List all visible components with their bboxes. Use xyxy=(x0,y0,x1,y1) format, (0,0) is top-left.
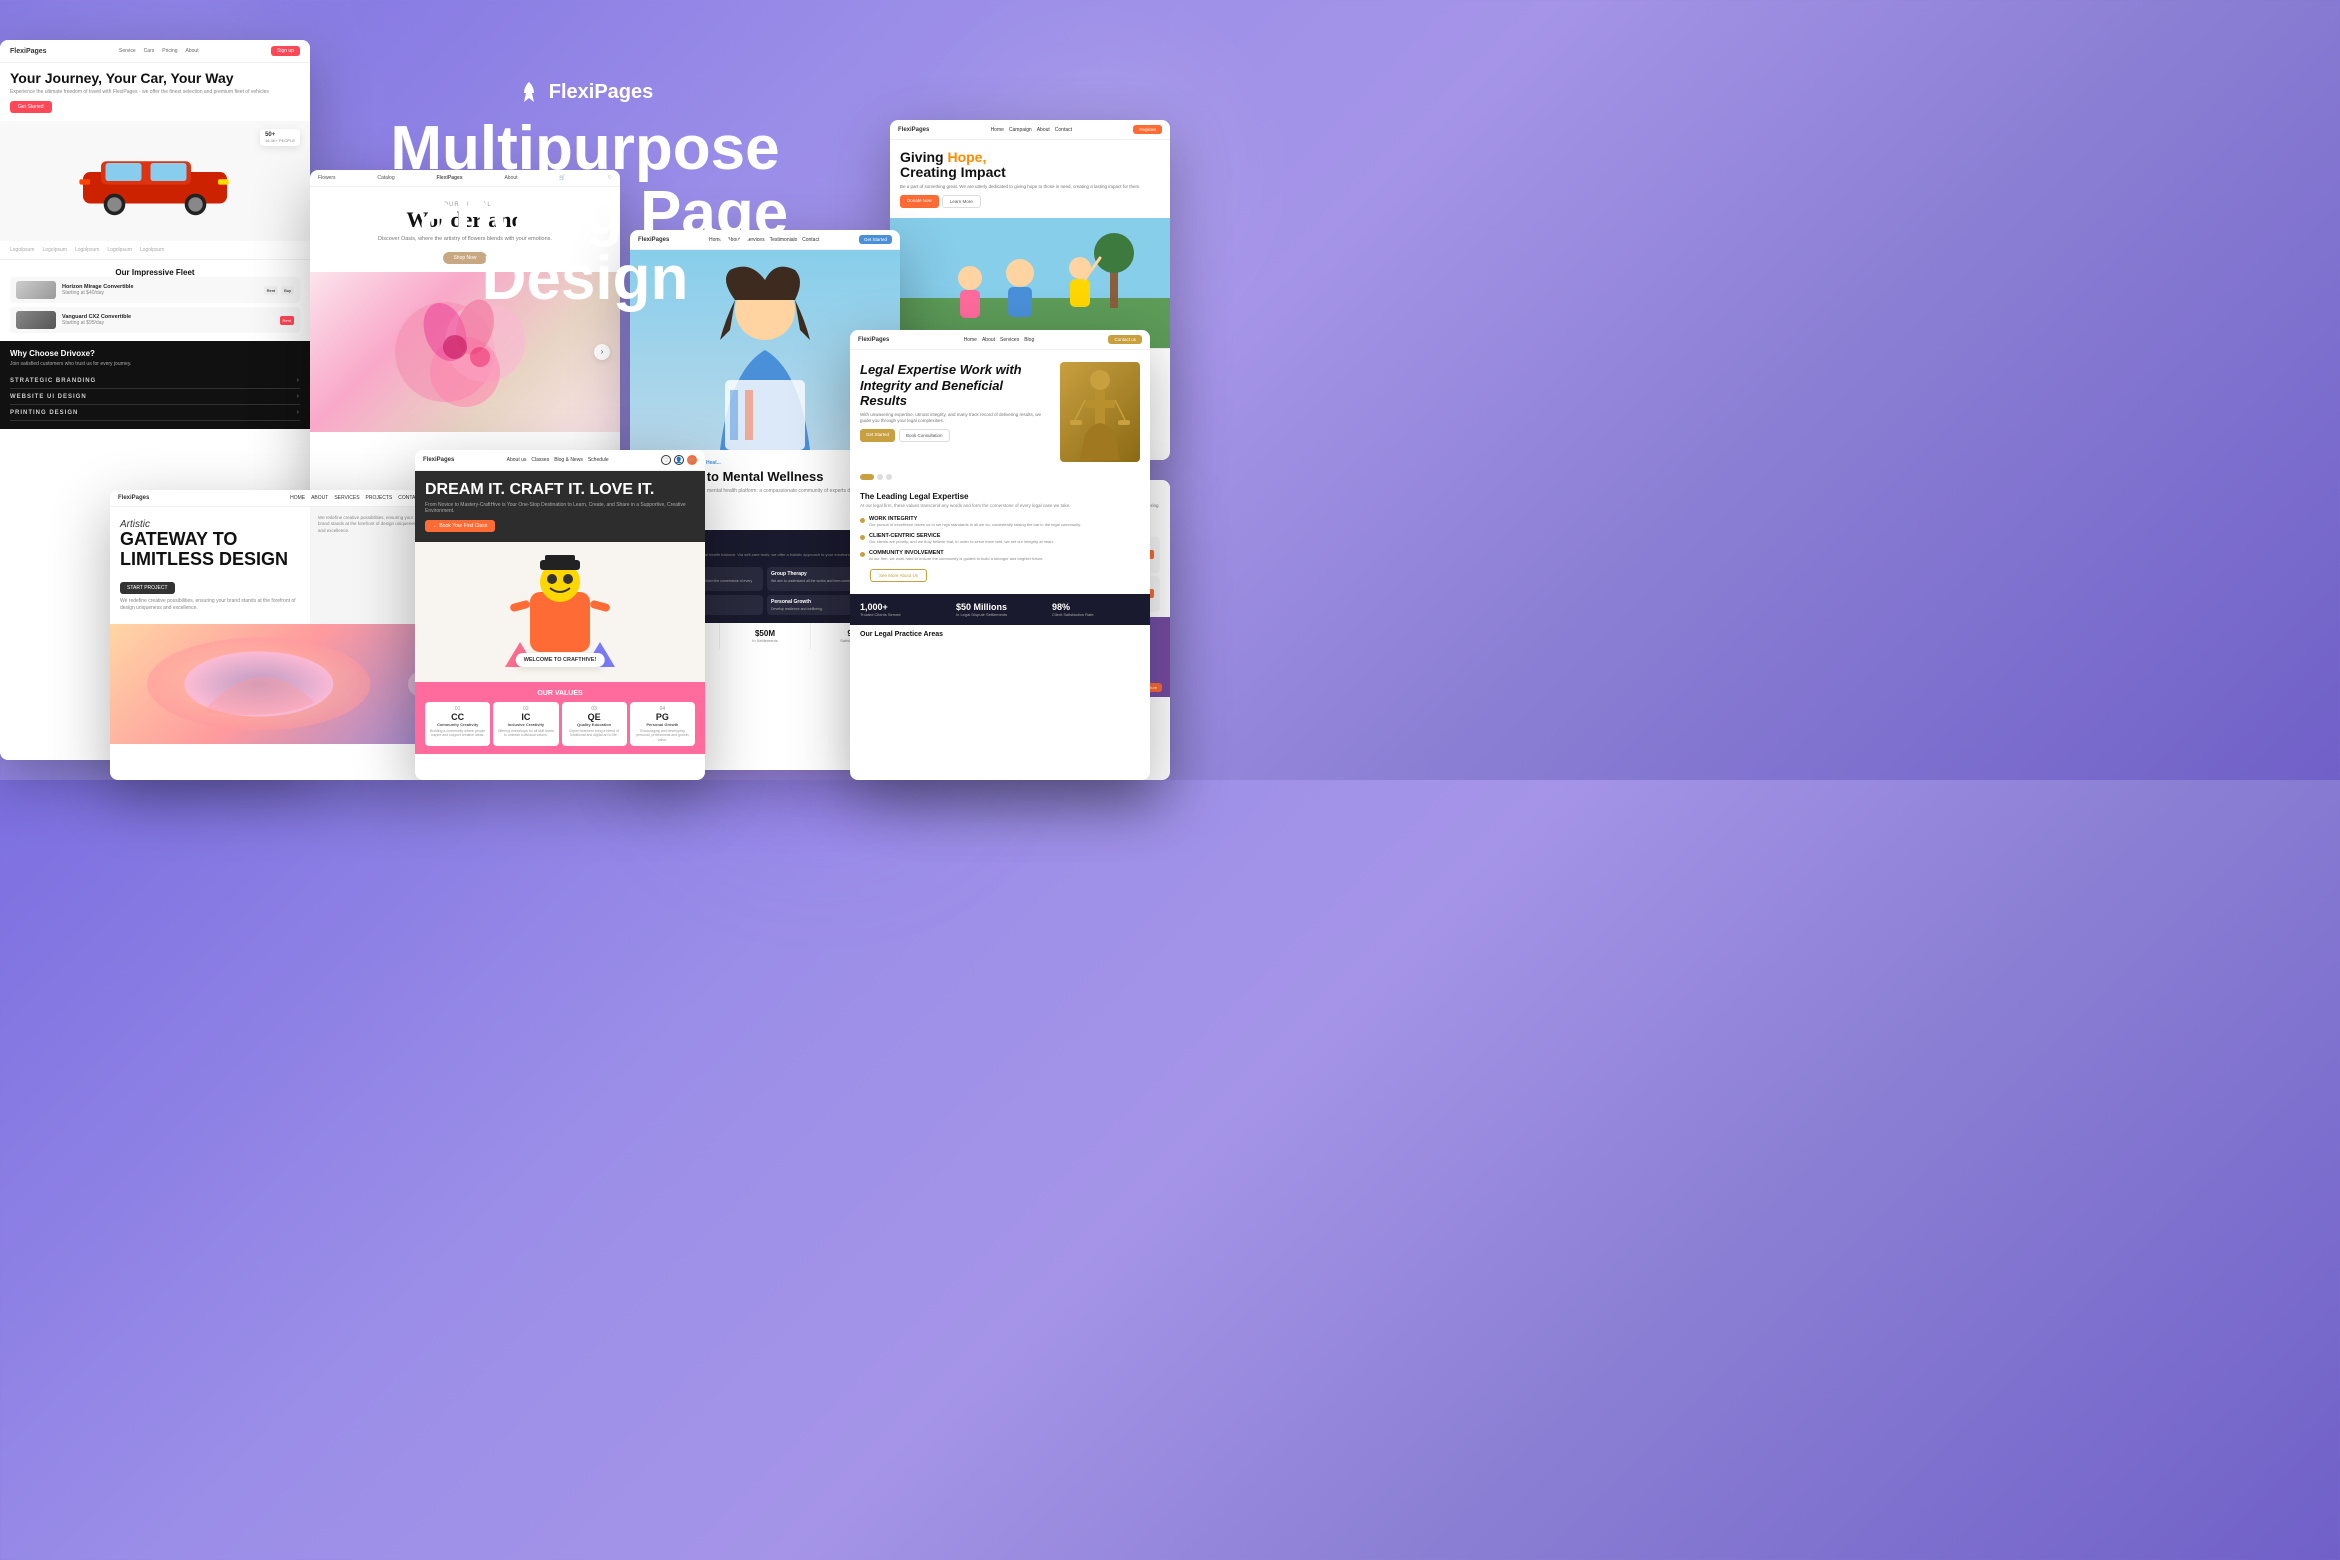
charity-hero-image xyxy=(890,218,1170,348)
craft-navbar: FlexiPages About us Classes Blog & News … xyxy=(415,450,705,471)
fleet-car-2: Vanguard CX2 Convertible Starting at $95… xyxy=(10,307,300,333)
charity-btns: Donate Now Learn More xyxy=(900,195,1160,208)
design-main-title: GATEWAY TO LIMITLESS DESIGN xyxy=(120,530,300,570)
legal-navbar: FlexiPages Home About Services Blog Cont… xyxy=(850,330,1150,350)
car-cta-btn[interactable]: Get Started xyxy=(10,101,52,113)
craft-values: OUR VALUES 01 CC Community Creativity Bu… xyxy=(415,682,705,755)
legal-hero-desc: With unwavering expertise, utmost integr… xyxy=(860,412,1052,425)
charity-navbar: FlexiPages Home Campaign About Contact R… xyxy=(890,120,1170,140)
legal-consult-btn[interactable]: Book Consultation xyxy=(899,429,950,442)
car-hero: Your Journey, Your Car, Your Way Experie… xyxy=(0,63,310,121)
car-signup-btn[interactable]: Sign up xyxy=(271,46,300,56)
design-agency-card: FlexiPages HOME ABOUT SERVICES PROJECTS … xyxy=(110,490,430,780)
charity-hero: Giving Hope,Creating Impact Be a part of… xyxy=(890,140,1170,218)
car-image-area: 50+ 16.4K+ PEOPLE xyxy=(0,121,310,241)
design-right: We redefine creative possibilities, ensu… xyxy=(310,507,430,624)
legal-stats: 1,000+ Trusted Clients Served $50 Millio… xyxy=(850,594,1150,625)
car-hero-title: Your Journey, Your Car, Your Way xyxy=(10,71,300,86)
car-mini-img-2 xyxy=(16,311,56,329)
brand-name: FlexiPages xyxy=(549,81,654,104)
value-pg: 04 PG Personal Growth Encouraging and de… xyxy=(630,702,695,747)
craft-hero-desc: From Novice to Mastery-CraftHive is Your… xyxy=(425,502,695,514)
craft-welcome-bubble: WELCOME TO CRAFTHIVE! xyxy=(516,653,605,667)
hero-section: FlexiPages Multipurpose Landing Page Des… xyxy=(335,80,835,311)
brand-row: FlexiPages xyxy=(335,80,835,104)
fleet-car-1: Horizon Mirage Convertible Starting at $… xyxy=(10,277,300,303)
legal-pagination xyxy=(850,470,1150,484)
fleet-title: Our Impressive Fleet xyxy=(10,268,300,277)
legal-stat-1: 1,000+ Trusted Clients Served xyxy=(860,602,948,617)
craft-hero: DREAM IT. CRAFT IT. LOVE IT. From Novice… xyxy=(415,471,705,542)
car-rental-navbar: FlexiPages Service Cars Pricing About Si… xyxy=(0,40,310,63)
service-website: WEBSITE UI DESIGN › xyxy=(10,389,300,405)
main-container: FlexiPages Multipurpose Landing Page Des… xyxy=(0,0,1170,780)
legal-feature-list: WORK INTEGRITY Our pursuit of excellence… xyxy=(860,513,1140,564)
charity-hero-desc: Be a part of something great. We are utt… xyxy=(900,184,1160,190)
car-why-section: Why Choose Drivoxe? Join satisfied custo… xyxy=(0,341,310,429)
values-title: OUR VALUES xyxy=(425,690,695,697)
car-navbar-brand: FlexiPages xyxy=(10,48,47,55)
car-mini-img xyxy=(16,281,56,299)
car-logos-row: Logolpsum Logolpsum Logolpsum Logolpsum … xyxy=(0,241,310,260)
charity-donate-btn[interactable]: Donate Now xyxy=(900,195,939,208)
why-desc: Join satisfied customers who trust us fo… xyxy=(10,361,300,367)
fleet-cars-list: Horizon Mirage Convertible Starting at $… xyxy=(10,277,300,333)
feature-integrity: WORK INTEGRITY Our pursuit of excellence… xyxy=(860,513,1140,530)
floral-next-btn[interactable]: › xyxy=(594,344,610,360)
services-list: STRATEGIC BRANDING › WEBSITE UI DESIGN ›… xyxy=(10,373,300,421)
value-qe: 03 QE Quality Education Expert teachers … xyxy=(562,702,627,747)
why-title: Why Choose Drivoxe? xyxy=(10,349,300,358)
values-grid: 01 CC Community Creativity Building a co… xyxy=(425,702,695,747)
legal-stat-2: $50 Millions In Legal Dispute Settlement… xyxy=(956,602,1044,617)
car-fleet-section: Our Impressive Fleet Horizon Mirage Conv… xyxy=(0,260,310,341)
legal-btns: Get Started Book Consultation xyxy=(860,429,1052,442)
charity-hero-title: Giving Hope,Creating Impact xyxy=(900,150,1160,181)
feature-community: COMMUNITY INVOLVEMENT At our firm, we wo… xyxy=(860,547,1140,564)
car-stats-badge: 50+ 16.4K+ PEOPLE xyxy=(260,129,300,146)
hero-title: Multipurpose Landing Page Design xyxy=(335,116,835,311)
design-hero: Artistic GATEWAY TO LIMITLESS DESIGN STA… xyxy=(110,507,310,624)
charity-children-svg xyxy=(890,218,1170,348)
value-ic: 02 IC Inclusive Creativity Offering work… xyxy=(493,702,558,747)
mental-stat-2: $50M In Settlements xyxy=(720,623,810,649)
legal-practice-title: Our Legal Practice Areas xyxy=(860,631,1140,638)
legal-card: FlexiPages Home About Services Blog Cont… xyxy=(850,330,1150,780)
legal-contact-btn[interactable]: Contact us xyxy=(1108,335,1142,344)
value-cc: 01 CC Community Creativity Building a co… xyxy=(425,702,490,747)
legal-statue-img xyxy=(1060,362,1140,462)
legal-see-more-btn[interactable]: See More About Us xyxy=(870,569,927,582)
service-strategic: STRATEGIC BRANDING › xyxy=(10,373,300,389)
craft-hero-title: DREAM IT. CRAFT IT. LOVE IT. xyxy=(425,481,695,499)
legal-features: The Leading Legal Expertise At our legal… xyxy=(850,484,1150,594)
abstract-shapes xyxy=(110,624,408,744)
car-hero-desc: Experience the ultimate freedom of trave… xyxy=(10,89,300,95)
legal-hero-title: Legal Expertise Work with Integrity and … xyxy=(860,362,1052,409)
legal-practice-section: Our Legal Practice Areas xyxy=(850,625,1150,644)
craft-cta[interactable]: ← Book Your First Class xyxy=(425,520,495,532)
service-printing: PRINTING DESIGN › xyxy=(10,405,300,421)
design-image-area: ▶ xyxy=(110,624,430,744)
car-navbar-links: Service Cars Pricing About xyxy=(119,48,199,54)
car-illustration xyxy=(65,145,245,217)
charity-learn-btn[interactable]: Learn More xyxy=(942,195,981,208)
rocket-icon xyxy=(517,80,541,104)
justice-statue-svg xyxy=(1065,365,1135,460)
legal-started-btn[interactable]: Get Started xyxy=(860,429,895,442)
design-desc: We redefine creative possibilities, ensu… xyxy=(120,598,300,612)
legal-stat-3: 98% Client Satisfaction Rate xyxy=(1052,602,1140,617)
legal-leading-title: The Leading Legal Expertise xyxy=(860,492,1140,501)
legal-leading-desc: At our legal firm, these values transcen… xyxy=(860,503,1140,508)
legal-hero: Legal Expertise Work with Integrity and … xyxy=(850,350,1150,470)
charity-register-btn[interactable]: Register xyxy=(1133,125,1162,134)
craft-card: FlexiPages About us Classes Blog & News … xyxy=(415,450,705,780)
design-navbar: FlexiPages HOME ABOUT SERVICES PROJECTS … xyxy=(110,490,430,507)
craft-image-area: WELCOME TO CRAFTHIVE! xyxy=(415,542,705,682)
feature-client: CLIENT-CENTRIC SERVICE Our clients are p… xyxy=(860,530,1140,547)
design-content: Artistic GATEWAY TO LIMITLESS DESIGN STA… xyxy=(110,507,430,624)
